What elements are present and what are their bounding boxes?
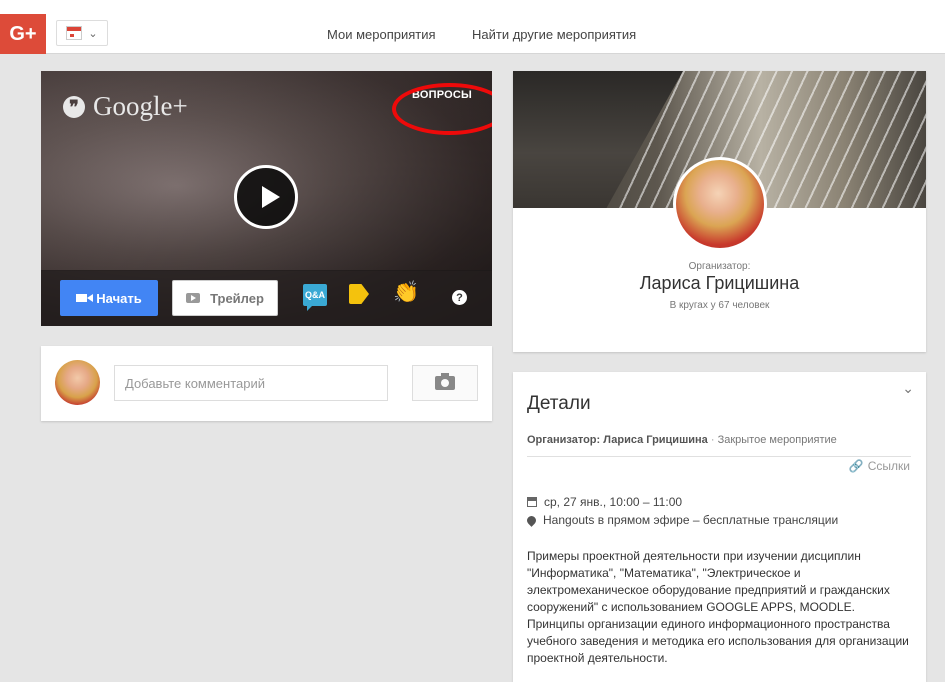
help-icon[interactable]: ? xyxy=(452,290,467,305)
details-privacy: Закрытое мероприятие xyxy=(717,434,837,446)
details-organizer-label: Организатор: xyxy=(527,434,601,446)
organizer-card: Организатор: Лариса Грицишина В кругах у… xyxy=(513,71,926,352)
top-bar: G+ ⌄ Мои мероприятия Найти другие меропр… xyxy=(0,0,945,54)
hangout-video-card: ❞ Google+ ВОПРОСЫ Начать Трейлер Q&A 👏 ? xyxy=(41,71,492,326)
nav-my-events[interactable]: Мои мероприятия xyxy=(327,27,436,42)
start-button-label: Начать xyxy=(96,290,142,306)
collapse-chevron-icon[interactable]: ⌄ xyxy=(902,380,914,397)
details-organizer-name[interactable]: Лариса Грицишина xyxy=(603,434,708,446)
camera-icon xyxy=(435,373,455,390)
event-description: Примеры проектной деятельности при изуче… xyxy=(527,549,909,665)
links-label: Ссылки xyxy=(867,459,910,473)
chevron-down-icon: ⌄ xyxy=(88,27,98,40)
link-icon: 🔗 xyxy=(848,459,864,473)
comment-input[interactable] xyxy=(114,365,388,401)
organizer-circles-count: В кругах у 67 человек xyxy=(669,300,770,311)
start-button[interactable]: Начать xyxy=(60,280,158,316)
app-switcher-button[interactable]: ⌄ xyxy=(56,20,108,46)
details-title: Детали xyxy=(527,393,591,414)
add-photo-button[interactable] xyxy=(412,365,478,401)
organizer-label: Организатор: xyxy=(688,261,751,272)
event-date-row: ср, 27 янв., 10:00 – 11:00 xyxy=(527,495,682,509)
google-plus-logo[interactable]: G+ xyxy=(0,14,46,54)
details-divider xyxy=(527,456,911,457)
trailer-button[interactable]: Трейлер xyxy=(172,280,278,316)
calendar-small-icon xyxy=(527,497,537,507)
organizer-name[interactable]: Лариса Грицишина xyxy=(513,273,926,294)
hangouts-quote-icon: ❞ xyxy=(63,95,85,118)
calendar-icon xyxy=(66,26,83,40)
youtube-icon xyxy=(186,293,201,303)
nav-find-events[interactable]: Найти другие мероприятия xyxy=(472,27,636,42)
trailer-button-label: Трейлер xyxy=(210,290,264,306)
applause-icon[interactable]: 👏 xyxy=(393,282,419,303)
details-separator: · xyxy=(710,434,715,446)
video-camera-icon xyxy=(76,294,94,302)
user-avatar[interactable] xyxy=(55,360,100,405)
details-card: ⌄ Детали Организатор: Лариса Грицишина ·… xyxy=(513,372,926,682)
comment-card xyxy=(41,346,492,421)
tag-icon[interactable] xyxy=(349,284,369,304)
qa-app-icon[interactable]: Q&A xyxy=(303,284,327,311)
location-pin-icon xyxy=(525,513,538,527)
event-date: ср, 27 янв., 10:00 – 11:00 xyxy=(544,495,683,509)
brand-text: Google+ xyxy=(93,91,188,121)
video-toolbar: Начать Трейлер Q&A 👏 ? xyxy=(41,270,492,326)
play-button[interactable] xyxy=(234,165,298,229)
details-organizer-line: Организатор: Лариса Грицишина · Закрытое… xyxy=(527,434,837,446)
organizer-avatar[interactable] xyxy=(673,157,767,251)
google-plus-brand: ❞ Google+ xyxy=(63,91,188,122)
links-button[interactable]: 🔗 Ссылки xyxy=(849,459,910,473)
event-place: Hangouts в прямом эфире – бесплатные тра… xyxy=(543,513,839,527)
event-place-row: Hangouts в прямом эфире – бесплатные тра… xyxy=(525,513,839,527)
